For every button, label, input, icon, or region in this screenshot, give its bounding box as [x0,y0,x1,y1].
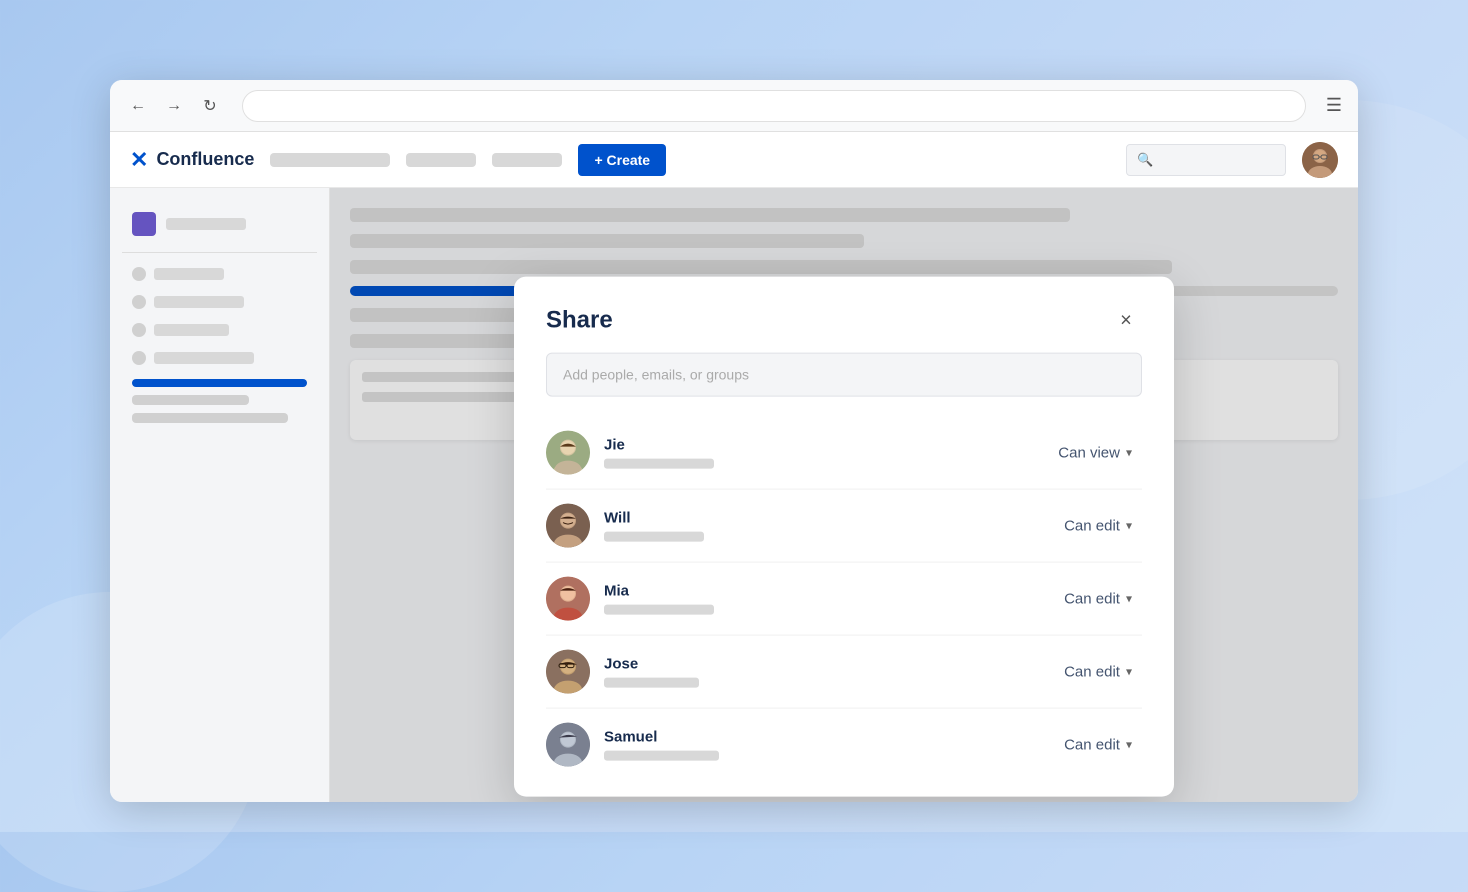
sidebar-dot-3 [132,323,146,337]
nav-placeholder-1 [270,153,390,167]
permission-dropdown-jie[interactable]: Can view ▾ [1048,438,1142,467]
user-avatar[interactable] [1302,142,1338,178]
person-subtitle-mia [604,605,714,615]
confluence-x-icon: ✕ [130,147,148,173]
browser-window: ← → ↻ ☰ ✕ Confluence + Create 🔍 [110,80,1358,802]
person-info-samuel: Samuel [604,729,1040,761]
sidebar-label-1 [154,268,224,280]
avatar-jose [546,650,590,694]
modal-header: Share × [514,277,1174,353]
person-name-jose: Jose [604,656,1040,673]
sidebar-dot-2 [132,295,146,309]
chevron-down-icon-jose: ▾ [1126,665,1132,679]
share-search-input[interactable] [546,353,1142,397]
permission-dropdown-jose[interactable]: Can edit ▾ [1054,657,1142,686]
sidebar-label-6 [132,413,288,423]
chevron-down-icon-mia: ▾ [1126,592,1132,606]
sidebar-active-indicator [132,379,307,387]
sidebar [110,188,330,802]
avatar-mia [546,577,590,621]
permission-label-samuel: Can edit [1064,736,1120,753]
close-button[interactable]: × [1110,305,1142,337]
browser-menu-icon[interactable]: ☰ [1326,95,1342,116]
person-row-will: Will Can edit ▾ [546,490,1142,563]
permission-dropdown-mia[interactable]: Can edit ▾ [1054,584,1142,613]
sidebar-dot-4 [132,351,146,365]
avatar-will [546,504,590,548]
person-name-jie: Jie [604,437,1034,454]
main-content: Share × [330,188,1358,802]
chevron-down-icon-will: ▾ [1126,519,1132,533]
sidebar-sub-item-3[interactable] [122,317,317,343]
sidebar-item-home[interactable] [122,204,317,244]
person-subtitle-jose [604,678,699,688]
modal-body: Jie Can view ▾ [514,353,1174,797]
share-modal: Share × [514,277,1174,797]
person-info-jie: Jie [604,437,1034,469]
nav-placeholder-2 [406,153,476,167]
person-info-jose: Jose [604,656,1040,688]
sidebar-divider [122,252,317,253]
sidebar-dot-1 [132,267,146,281]
create-button[interactable]: + Create [578,144,666,176]
person-row-jie: Jie Can view ▾ [546,417,1142,490]
chevron-down-icon-samuel: ▾ [1126,738,1132,752]
url-bar[interactable] [242,90,1306,122]
sidebar-home-label [166,218,246,230]
nav-placeholder-3 [492,153,562,167]
person-row-mia: Mia Can edit ▾ [546,563,1142,636]
forward-button[interactable]: → [162,97,186,115]
person-name-samuel: Samuel [604,729,1040,746]
permission-dropdown-samuel[interactable]: Can edit ▾ [1054,730,1142,759]
app-navbar: ✕ Confluence + Create 🔍 [110,132,1358,188]
search-icon: 🔍 [1137,152,1153,168]
confluence-logo-text: Confluence [156,149,254,170]
confluence-logo: ✕ Confluence [130,147,254,173]
sidebar-home-icon [132,212,156,236]
sidebar-sub-item-1[interactable] [122,261,317,287]
permission-label-mia: Can edit [1064,590,1120,607]
permission-label-will: Can edit [1064,517,1120,534]
modal-title: Share [546,307,613,335]
person-subtitle-will [604,532,704,542]
back-button[interactable]: ← [126,97,150,115]
person-info-mia: Mia [604,583,1040,615]
sidebar-label-5 [132,395,249,405]
person-name-mia: Mia [604,583,1040,600]
person-subtitle-jie [604,459,714,469]
person-row-samuel: Samuel Can edit ▾ [546,709,1142,781]
sidebar-label-3 [154,324,229,336]
avatar-jie [546,431,590,475]
sidebar-label-2 [154,296,244,308]
person-row-jose: Jose Can edit ▾ [546,636,1142,709]
modal-overlay: Share × [330,188,1358,802]
permission-dropdown-will[interactable]: Can edit ▾ [1054,511,1142,540]
person-info-will: Will [604,510,1040,542]
person-subtitle-samuel [604,751,719,761]
person-name-will: Will [604,510,1040,527]
permission-label-jie: Can view [1058,444,1120,461]
browser-toolbar: ← → ↻ ☰ [110,80,1358,132]
permission-label-jose: Can edit [1064,663,1120,680]
sidebar-label-4 [154,352,254,364]
refresh-button[interactable]: ↻ [198,96,222,116]
chevron-down-icon-jie: ▾ [1126,446,1132,460]
avatar-samuel [546,723,590,767]
search-bar[interactable]: 🔍 [1126,144,1286,176]
app-body: Share × [110,188,1358,802]
sidebar-sub-item-4[interactable] [122,345,317,371]
sidebar-sub-item-2[interactable] [122,289,317,315]
people-list: Jie Can view ▾ [546,417,1142,781]
